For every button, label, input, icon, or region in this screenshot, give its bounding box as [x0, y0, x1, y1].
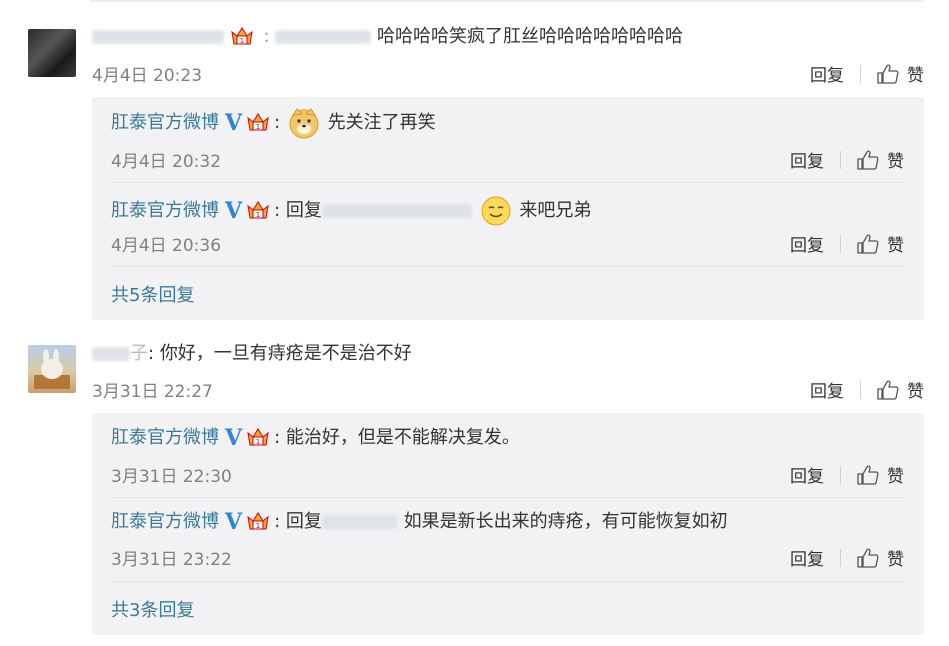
vip-crown-icon — [246, 511, 270, 533]
reply-time: 4月4日 20:36 — [111, 236, 222, 256]
vip-crown-icon — [246, 427, 270, 449]
comment-actions: 回复 赞 — [810, 61, 924, 86]
reply-button[interactable]: 回复 — [790, 545, 824, 570]
like-button[interactable]: 赞 — [907, 61, 924, 86]
like-button[interactable]: 赞 — [887, 462, 904, 487]
divider — [111, 497, 905, 498]
smile-emoji-icon — [481, 196, 511, 226]
verified-v-icon: V — [225, 198, 243, 224]
reply-content: 肛泰官方微博 V: 先关注了再笑 — [111, 107, 436, 139]
divider — [840, 150, 841, 169]
doge-emoji-icon — [289, 108, 319, 139]
divider — [111, 182, 905, 183]
reply-time: 3月31日 23:22 — [111, 550, 232, 570]
avatar[interactable] — [28, 29, 76, 77]
verified-v-icon: V — [225, 509, 243, 535]
reply-button[interactable]: 回复 — [810, 377, 844, 402]
comment-time: 3月31日 22:27 — [92, 382, 213, 402]
divider — [860, 380, 861, 399]
username-blurred[interactable] — [92, 347, 130, 361]
verified-v-icon: V — [225, 110, 243, 136]
reply-box: 肛泰官方微博 V: 先关注了再笑 4月4日 20:32 回复 赞 肛泰官方微博 V:… — [92, 97, 924, 320]
username-tail[interactable]: 子 — [130, 343, 148, 364]
like-button[interactable]: 赞 — [887, 231, 904, 256]
divider — [860, 64, 861, 83]
like-button[interactable]: 赞 — [887, 147, 904, 172]
divider — [111, 266, 905, 267]
divider — [90, 0, 924, 2]
reply-author[interactable]: 肛泰官方微博 — [111, 427, 219, 448]
mention-blurred[interactable] — [321, 515, 398, 529]
reply-actions: 回复 赞 — [790, 545, 904, 570]
like-button[interactable]: 赞 — [907, 377, 924, 402]
thumb-up-icon[interactable] — [857, 234, 879, 254]
vip-crown-icon — [246, 200, 270, 222]
reply-button[interactable]: 回复 — [790, 231, 824, 256]
divider — [840, 465, 841, 484]
divider — [840, 548, 841, 567]
avatar[interactable] — [28, 345, 76, 393]
reply-prefix: 回复 — [285, 200, 322, 221]
reply-content: 肛泰官方微博 V: 能治好，但是不能解决复发。 — [111, 425, 520, 451]
reply-author[interactable]: 肛泰官方微博 — [111, 112, 219, 133]
comment-time: 4月4日 20:23 — [92, 66, 203, 86]
reply-button[interactable]: 回复 — [810, 61, 844, 86]
thumb-up-icon[interactable] — [857, 465, 879, 485]
reply-author[interactable]: 肛泰官方微博 — [111, 511, 219, 532]
avatar-image — [34, 349, 70, 389]
reply-text: 来吧兄弟 — [519, 200, 592, 221]
vip-crown-icon — [230, 26, 254, 48]
thumb-up-icon[interactable] — [857, 150, 879, 170]
comment-content: 子: 你好，一旦有痔疮是不是治不好 — [92, 342, 412, 366]
reply-text: 先关注了再笑 — [327, 112, 436, 133]
reply-text: 能治好，但是不能解决复发。 — [285, 427, 520, 448]
thumb-up-icon[interactable] — [877, 64, 899, 84]
thumb-up-icon[interactable] — [857, 548, 879, 568]
reply-button[interactable]: 回复 — [790, 147, 824, 172]
divider — [840, 234, 841, 253]
divider — [111, 581, 905, 582]
reply-prefix: 回复 — [285, 511, 322, 532]
reply-button[interactable]: 回复 — [790, 462, 824, 487]
reply-time: 4月4日 20:32 — [111, 152, 222, 172]
comment-actions: 回复 赞 — [810, 377, 924, 402]
mention-blurred[interactable] — [321, 204, 472, 218]
reply-time: 3月31日 22:30 — [111, 467, 232, 487]
more-replies-link[interactable]: 共5条回复 — [111, 281, 194, 307]
reply-content: 肛泰官方微博 V: 回复 来吧兄弟 — [111, 195, 591, 227]
reply-actions: 回复 赞 — [790, 462, 904, 487]
reply-box: 肛泰官方微博 V: 能治好，但是不能解决复发。 3月31日 22:30 回复 赞 … — [92, 413, 924, 635]
reply-actions: 回复 赞 — [790, 147, 904, 172]
thumb-up-icon[interactable] — [877, 380, 899, 400]
username-blurred[interactable] — [92, 30, 224, 44]
vip-crown-icon — [246, 112, 270, 134]
reply-content: 肛泰官方微博 V: 回复 如果是新长出来的痔疮，有可能恢复如初 — [111, 509, 728, 535]
more-replies-link[interactable]: 共3条回复 — [111, 596, 194, 622]
reply-actions: 回复 赞 — [790, 231, 904, 256]
reply-text: 如果是新长出来的痔疮，有可能恢复如初 — [403, 511, 728, 532]
comment-text: 你好，一旦有痔疮是不是治不好 — [159, 343, 412, 364]
like-button[interactable]: 赞 — [887, 545, 904, 570]
verified-v-icon: V — [225, 425, 243, 451]
comment-text: 哈哈哈哈笑疯了肛丝哈哈哈哈哈哈哈哈 — [377, 26, 684, 47]
reply-author[interactable]: 肛泰官方微博 — [111, 200, 219, 221]
comment-content: : 哈哈哈哈笑疯了肛丝哈哈哈哈哈哈哈哈 — [92, 25, 683, 49]
mention-blurred — [275, 30, 372, 44]
